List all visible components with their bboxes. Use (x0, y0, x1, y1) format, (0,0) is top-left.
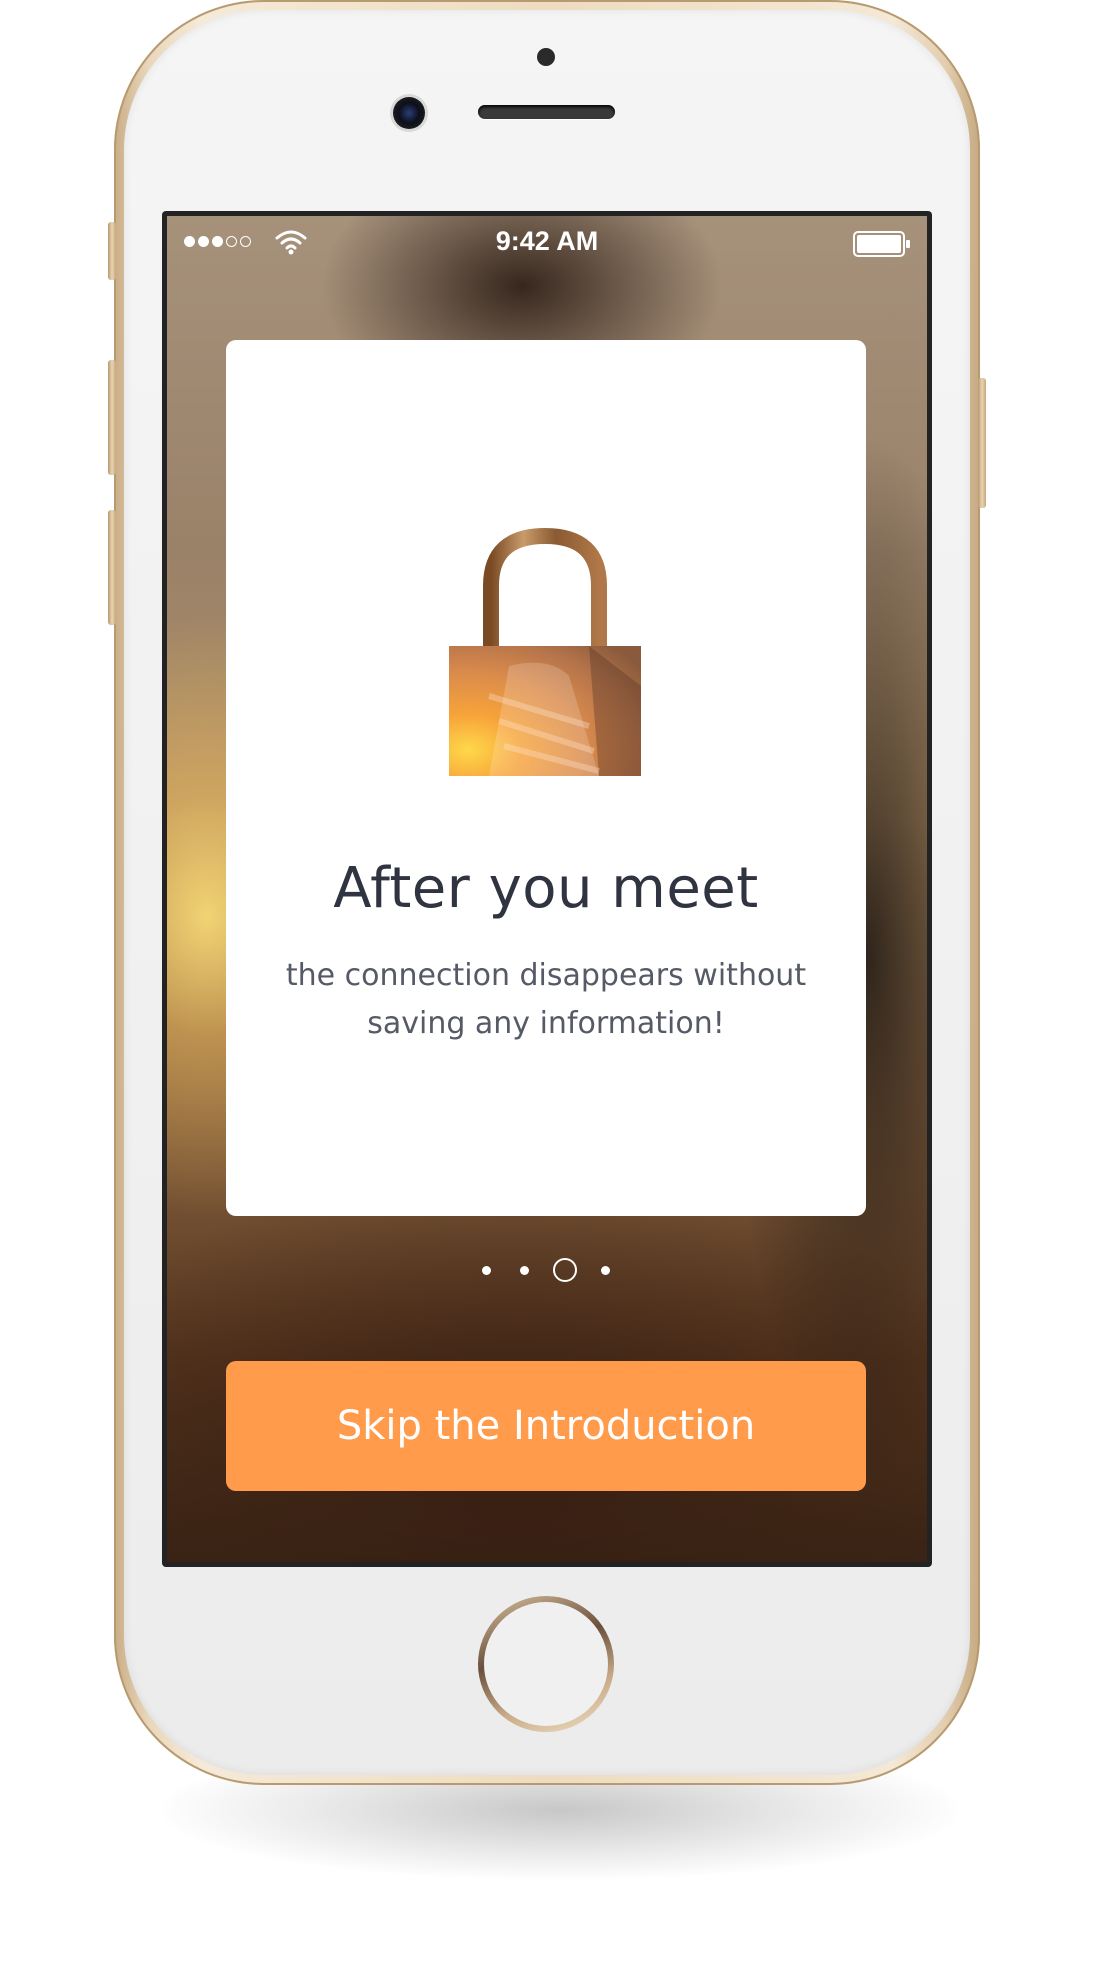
page-dot[interactable] (481, 1266, 491, 1275)
status-bar: 9:42 AM (167, 216, 927, 272)
home-button[interactable] (478, 1596, 614, 1732)
skip-introduction-button[interactable]: Skip the Introduction (226, 1361, 866, 1491)
proximity-sensor (537, 48, 555, 66)
battery-icon (853, 231, 910, 257)
app-screen: 9:42 AM After you meet the connection di… (167, 216, 927, 1562)
intro-card: After you meet the connection disappears… (226, 340, 866, 1216)
home-button-face (484, 1602, 608, 1726)
page-dot[interactable] (519, 1266, 529, 1275)
card-title: After you meet (333, 856, 759, 921)
card-subtitle: the connection disappears without saving… (285, 958, 807, 1041)
volume-down-button (108, 510, 116, 625)
power-button (978, 378, 986, 508)
volume-up-button (108, 360, 116, 475)
page-dot[interactable] (600, 1266, 610, 1275)
mute-switch (108, 222, 116, 280)
page-dot-active[interactable] (553, 1258, 577, 1282)
page-indicator[interactable] (167, 1256, 927, 1286)
front-camera (393, 97, 425, 129)
lock-icon (449, 527, 641, 776)
device-mockup: 9:42 AM After you meet the connection di… (0, 0, 1118, 1961)
earpiece-speaker (478, 105, 615, 119)
status-time: 9:42 AM (495, 226, 599, 256)
